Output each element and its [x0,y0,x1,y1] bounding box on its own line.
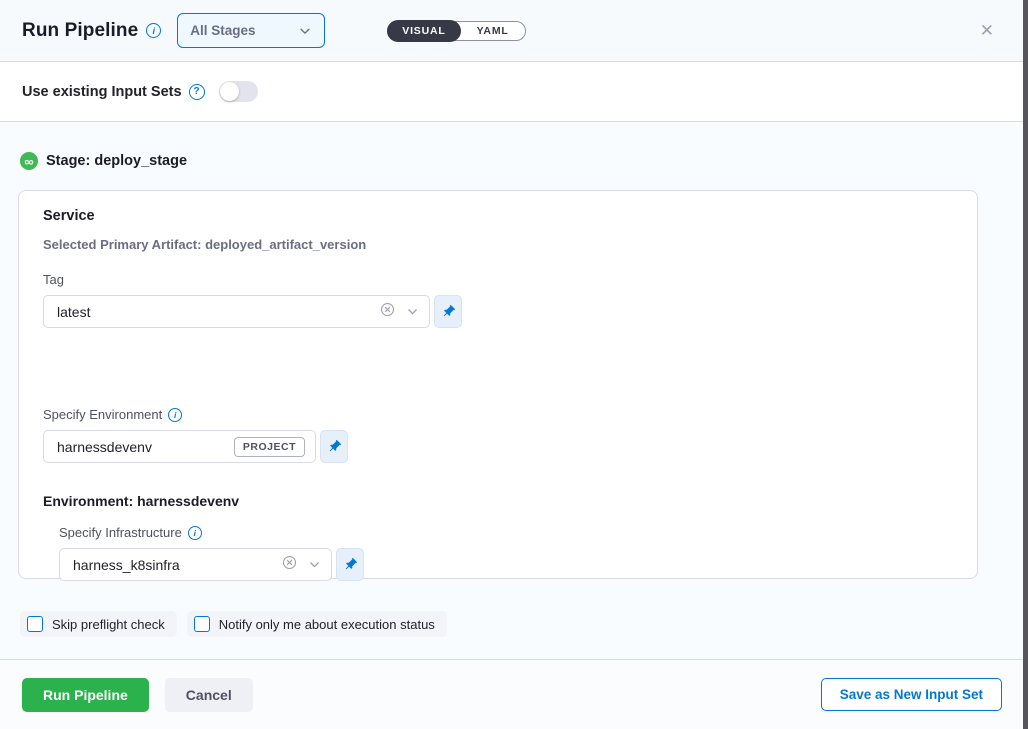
visual-yaml-toggle: VISUAL YAML [387,21,525,41]
tag-input-wrap [43,295,430,328]
run-pipeline-modal: Run Pipeline i All Stages VISUAL YAML ✕ … [0,0,1028,729]
infrastructure-label: Specify Infrastructure i [59,525,953,540]
environment-header: Environment: harnessdevenv [43,493,953,509]
page-overlay-edge [1023,0,1028,729]
stage-section: ∞ Stage: deploy_stage Service Selected P… [0,122,1028,659]
scope-badge: PROJECT [234,437,305,457]
page-title: Run Pipeline [22,20,138,42]
pin-icon [437,301,458,322]
close-icon[interactable]: ✕ [976,18,998,43]
infrastructure-input[interactable] [71,556,274,574]
infrastructure-pin-button[interactable] [336,548,364,581]
run-options: Skip preflight check Notify only me abou… [18,611,1010,637]
skip-preflight-option[interactable]: Skip preflight check [20,611,177,637]
environment-label: Specify Environment i [43,407,953,422]
save-as-new-input-set-button[interactable]: Save as New Input Set [821,678,1002,711]
stage-filter-value: All Stages [190,23,255,38]
infrastructure-info-icon[interactable]: i [188,526,202,540]
infrastructure-input-row [59,548,953,581]
help-icon[interactable]: ? [189,84,205,100]
modal-header: Run Pipeline i All Stages VISUAL YAML ✕ [0,0,1028,62]
tag-input[interactable] [55,303,372,321]
environment-input-wrap: PROJECT [43,430,316,463]
skip-preflight-checkbox[interactable] [27,616,43,632]
pipeline-info-icon[interactable]: i [146,23,161,38]
tag-input-row [43,295,953,328]
deploy-stage-icon: ∞ [20,152,38,170]
service-title: Service [43,208,953,224]
environment-pin-button[interactable] [320,430,348,463]
selected-artifact-text: Selected Primary Artifact: deployed_arti… [43,237,953,252]
tag-label: Tag [43,272,953,287]
infrastructure-input-wrap [59,548,332,581]
pin-icon [323,436,344,457]
chevron-down-icon[interactable] [406,305,419,318]
stage-header: ∞ Stage: deploy_stage [18,152,1010,170]
input-sets-toggle[interactable] [219,81,258,102]
notify-me-checkbox[interactable] [194,616,210,632]
stage-label: Stage: deploy_stage [46,153,187,169]
chevron-down-icon[interactable] [308,558,321,571]
cancel-button[interactable]: Cancel [165,678,253,712]
modal-footer: Run Pipeline Cancel Save as New Input Se… [0,659,1028,729]
tag-pin-button[interactable] [434,295,462,328]
notify-me-option[interactable]: Notify only me about execution status [187,611,447,637]
stage-filter-select[interactable]: All Stages [177,13,325,48]
input-sets-row: Use existing Input Sets ? [0,62,1028,122]
clear-icon[interactable] [282,555,297,575]
input-sets-label: Use existing Input Sets [22,84,182,100]
environment-input[interactable] [55,438,234,456]
skip-preflight-label: Skip preflight check [52,617,165,632]
toggle-knob [220,82,239,101]
run-pipeline-button[interactable]: Run Pipeline [22,678,149,712]
environment-input-row: PROJECT [43,430,953,463]
notify-me-label: Notify only me about execution status [219,617,435,632]
service-card: Service Selected Primary Artifact: deplo… [18,190,978,579]
tab-visual[interactable]: VISUAL [387,20,460,42]
pin-icon [339,554,360,575]
chevron-down-icon [298,24,312,38]
tab-yaml[interactable]: YAML [461,21,525,41]
environment-info-icon[interactable]: i [168,408,182,422]
clear-icon[interactable] [380,302,395,322]
